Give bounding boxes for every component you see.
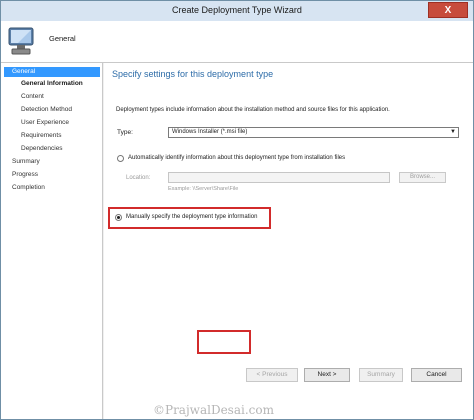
nav-item-requirements[interactable]: Requirements (21, 131, 61, 141)
nav-item-user-experience[interactable]: User Experience (21, 118, 69, 128)
location-example: Example: \\Server\Share\File (168, 186, 239, 192)
nav-item-progress[interactable]: Progress (12, 170, 38, 180)
nav-item-summary[interactable]: Summary (12, 157, 40, 167)
header-title: General (49, 34, 76, 43)
close-button[interactable]: X (428, 2, 468, 18)
nav-item-detection-method[interactable]: Detection Method (21, 105, 72, 115)
nav-item-general-information[interactable]: General Information (21, 79, 83, 89)
computer-icon (8, 27, 34, 55)
auto-identify-label[interactable]: Automatically identify information about… (128, 155, 345, 161)
summary-button[interactable]: Summary (359, 368, 403, 382)
nav-item-content[interactable]: Content (21, 92, 44, 102)
location-input[interactable] (168, 172, 390, 183)
wizard-nav: General General Information Content Dete… (1, 63, 103, 419)
auto-identify-radio[interactable] (117, 155, 124, 162)
wizard-header: General (1, 21, 473, 63)
page-heading: Specify settings for this deployment typ… (112, 69, 274, 79)
main-content: Specify settings for this deployment typ… (104, 63, 473, 419)
next-button-highlight (197, 330, 251, 354)
title-bar[interactable]: Create Deployment Type Wizard X (1, 1, 473, 21)
nav-item-dependencies[interactable]: Dependencies (21, 144, 63, 154)
cancel-button[interactable]: Cancel (411, 368, 462, 382)
manual-option-highlight (108, 207, 271, 229)
wizard-window: Create Deployment Type Wizard X General … (0, 0, 474, 420)
location-label: Location: (126, 175, 151, 181)
previous-button[interactable]: < Previous (246, 368, 298, 382)
type-select-value: Windows Installer (*.msi file) (172, 129, 248, 135)
chevron-down-icon[interactable]: ▼ (450, 128, 456, 137)
window-title: Create Deployment Type Wizard (172, 5, 302, 15)
description-text: Deployment types include information abo… (116, 107, 390, 113)
nav-item-general[interactable]: General (4, 67, 100, 77)
watermark-text: ©PrajwalDesai.com (153, 403, 274, 417)
browse-button[interactable]: Browse... (399, 172, 446, 183)
next-button[interactable]: Next > (304, 368, 350, 382)
nav-item-completion[interactable]: Completion (12, 183, 45, 193)
type-select[interactable]: Windows Installer (*.msi file) ▼ (168, 127, 459, 138)
type-label: Type: (117, 129, 133, 136)
